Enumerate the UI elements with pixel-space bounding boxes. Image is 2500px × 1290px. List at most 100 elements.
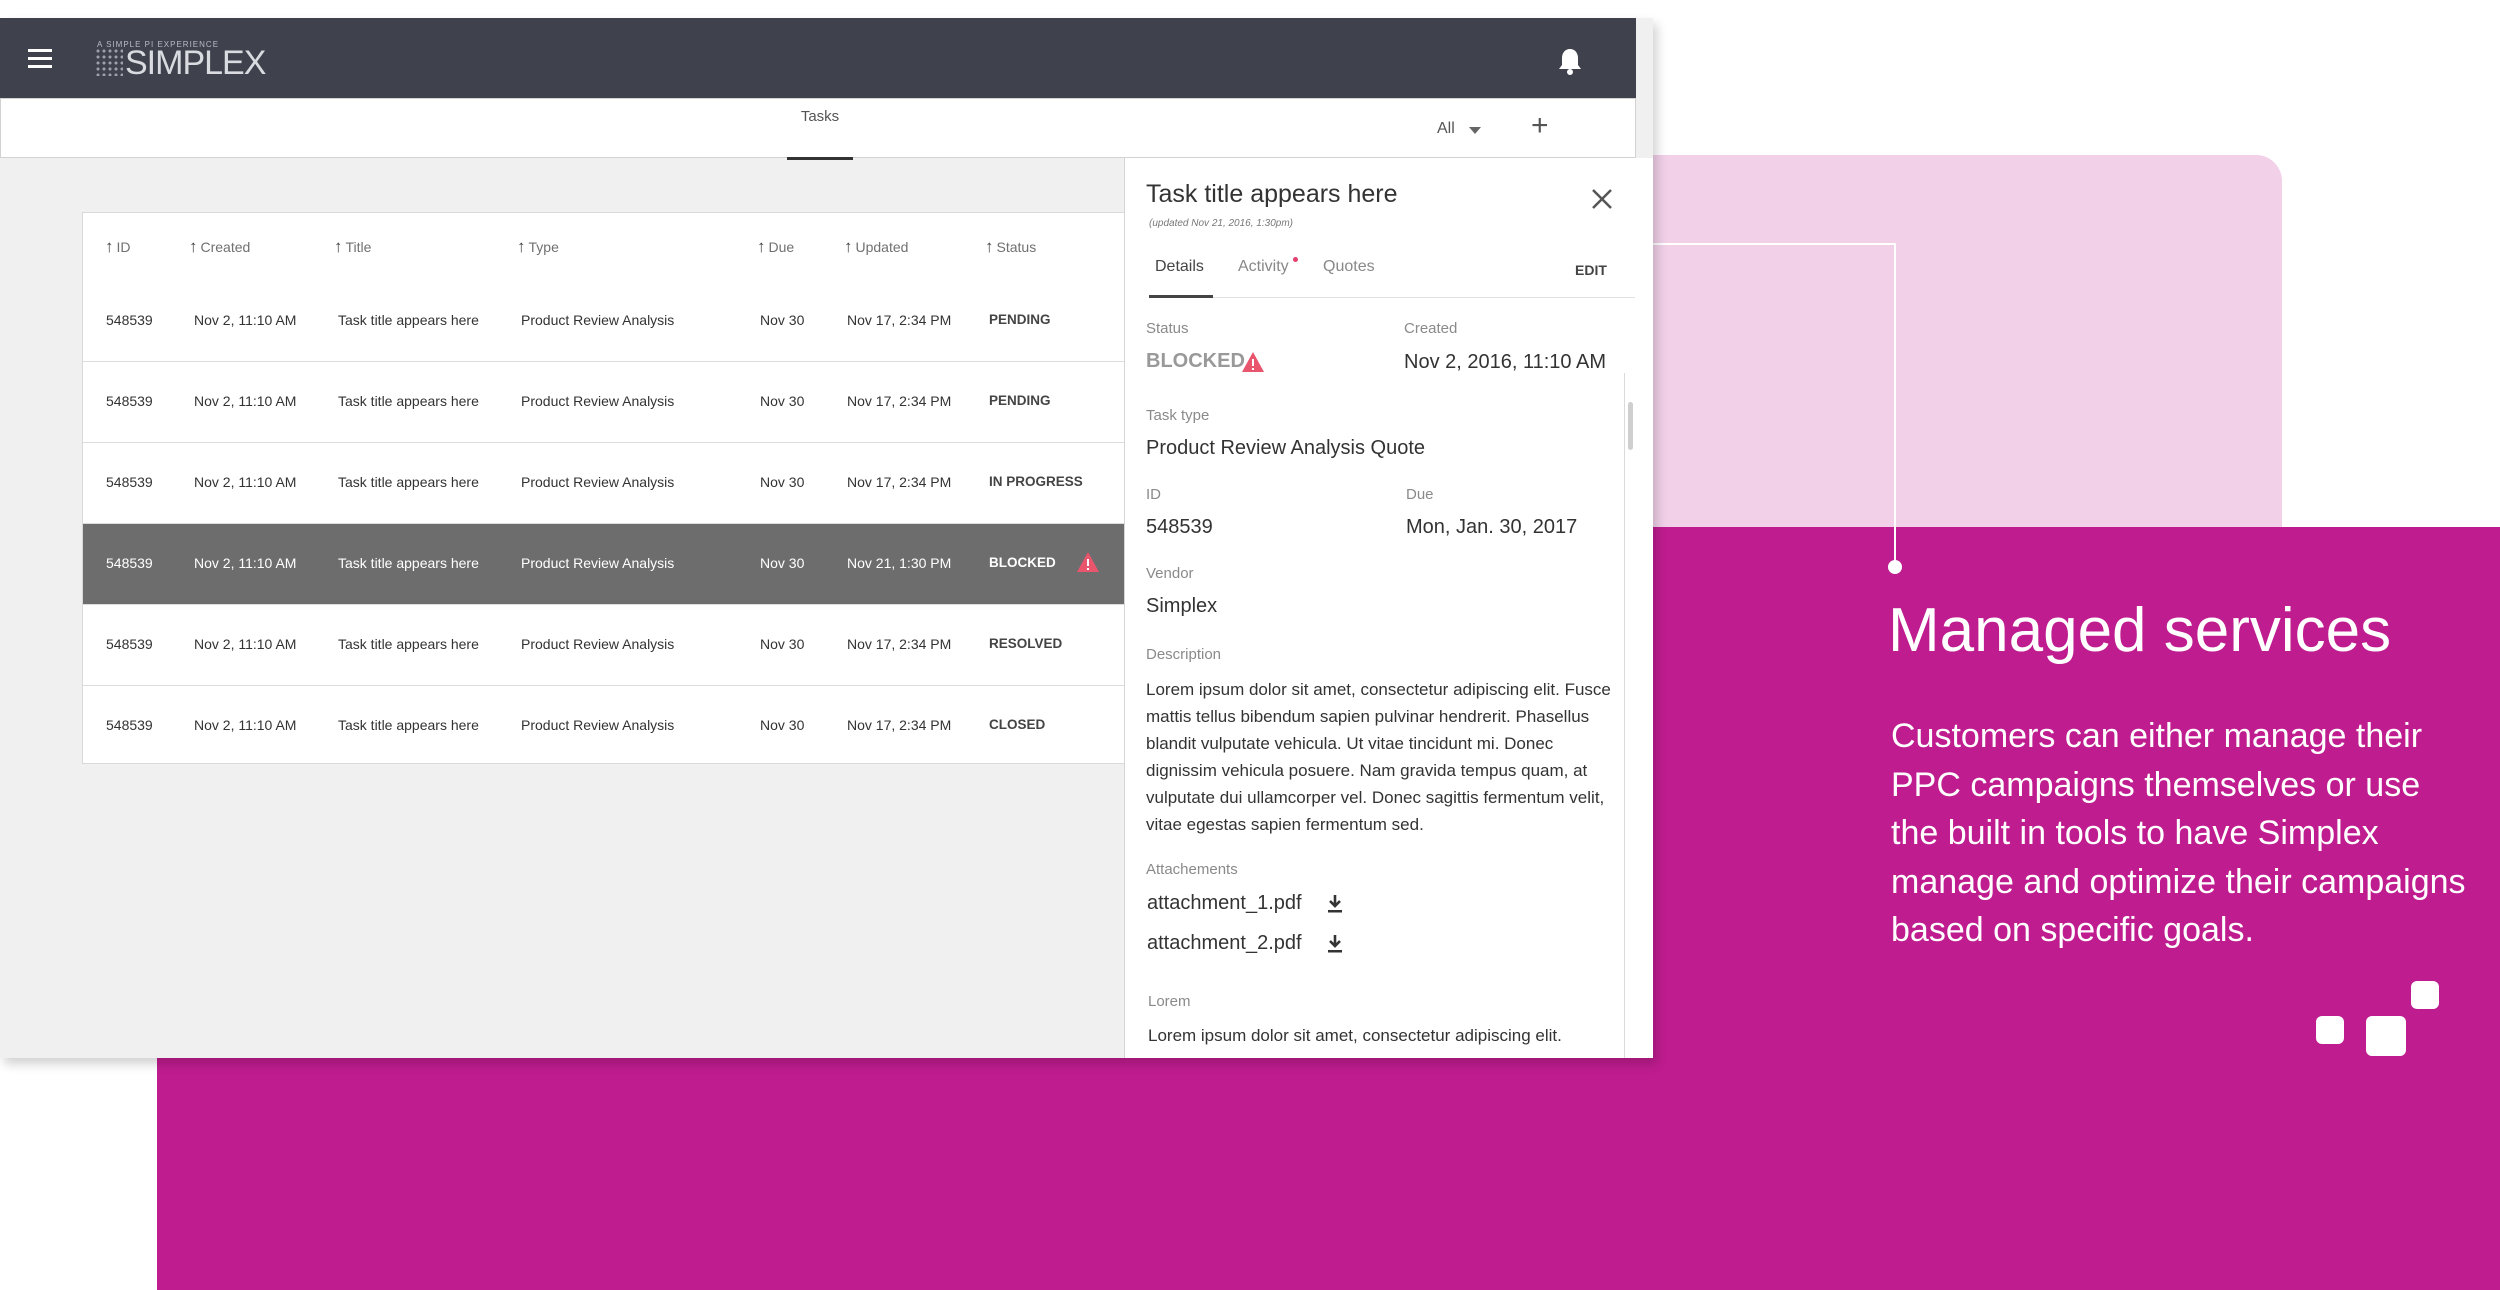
menu-icon[interactable] xyxy=(28,49,52,73)
column-header-label: Status xyxy=(996,239,1037,255)
cell-created: Nov 2, 11:10 AM xyxy=(194,474,297,490)
filter-dropdown[interactable]: All xyxy=(1437,120,1455,138)
add-task-button[interactable]: + xyxy=(1531,111,1549,141)
download-icon[interactable] xyxy=(1327,934,1343,954)
cell-title: Task title appears here xyxy=(338,474,479,490)
vendor-value: Simplex xyxy=(1146,595,1218,617)
column-header-label: Updated xyxy=(855,239,909,255)
sort-arrow-icon: ↑ xyxy=(105,237,114,256)
task-type-value: Product Review Analysis Quote xyxy=(1146,437,1426,459)
cell-due: Nov 30 xyxy=(760,312,805,328)
cell-updated: Nov 17, 2:34 PM xyxy=(847,393,952,409)
created-label: Created xyxy=(1404,320,1458,337)
table-row[interactable]: 548539 Nov 2, 11:10 AM Task title appear… xyxy=(83,281,1124,362)
active-tab-indicator xyxy=(1149,295,1213,298)
logo: SIMPLEX xyxy=(125,44,266,82)
decor-square-3 xyxy=(2411,981,2439,1009)
sort-arrow-icon: ↑ xyxy=(517,237,526,256)
sort-arrow-icon: ↑ xyxy=(334,237,343,256)
panel-updated: (updated Nov 21, 2016, 1:30pm) xyxy=(1149,218,1293,229)
cell-type: Product Review Analysis xyxy=(521,555,675,571)
table-header: ↑ ID ↑ Created ↑ Title ↑ Type ↑ Due ↑ Updated … xyxy=(83,213,1124,282)
decor-square-1 xyxy=(2316,1016,2344,1044)
cell-updated: Nov 17, 2:34 PM xyxy=(847,717,952,733)
status-label: Status xyxy=(1146,320,1189,337)
due-label: Due xyxy=(1406,486,1434,503)
column-header-label: Due xyxy=(768,239,795,255)
tab-tasks[interactable]: Tasks xyxy=(787,99,853,160)
attachment-link[interactable]: attachment_1.pdf xyxy=(1147,892,1302,915)
lorem-label: Lorem xyxy=(1148,993,1191,1010)
cell-type: Product Review Analysis xyxy=(521,312,675,328)
status-value: BLOCKED xyxy=(1146,350,1245,372)
background-card-light xyxy=(1560,155,2282,575)
cell-created: Nov 2, 11:10 AM xyxy=(194,312,297,328)
vendor-label: Vendor xyxy=(1146,565,1194,582)
cell-title: Task title appears here xyxy=(338,393,479,409)
column-header-status[interactable]: ↑ Status xyxy=(985,237,1036,257)
sort-arrow-icon: ↑ xyxy=(985,237,994,256)
cell-id: 548539 xyxy=(106,474,153,490)
column-header-due[interactable]: ↑ Due xyxy=(757,237,794,257)
download-icon[interactable] xyxy=(1327,894,1343,914)
cell-title: Task title appears here xyxy=(338,555,479,571)
tabs-divider xyxy=(1149,297,1635,298)
table-row-selected[interactable]: 548539 Nov 2, 11:10 AM Task title appear… xyxy=(83,524,1124,605)
cell-updated: Nov 21, 1:30 PM xyxy=(847,555,952,571)
cell-created: Nov 2, 11:10 AM xyxy=(194,393,297,409)
cell-status: CLOSED xyxy=(989,717,1046,732)
task-type-label: Task type xyxy=(1146,407,1210,424)
table-row[interactable]: 548539 Nov 2, 11:10 AM Task title appear… xyxy=(83,605,1124,686)
cell-status: PENDING xyxy=(989,393,1051,408)
id-value: 548539 xyxy=(1146,516,1213,538)
cell-id: 548539 xyxy=(106,555,153,571)
cell-status: BLOCKED xyxy=(989,555,1056,570)
tab-bar: Tasks All + xyxy=(0,98,1636,160)
scrollbar-thumb[interactable] xyxy=(1628,402,1633,450)
logo-mark xyxy=(95,48,123,76)
column-header-updated[interactable]: ↑ Updated xyxy=(844,237,908,257)
tab-activity[interactable]: Activity xyxy=(1238,258,1289,276)
cell-type: Product Review Analysis xyxy=(521,717,675,733)
cell-updated: Nov 17, 2:34 PM xyxy=(847,312,952,328)
column-header-label: ID xyxy=(116,239,131,255)
column-header-label: Title xyxy=(345,239,372,255)
table-row[interactable]: 548539 Nov 2, 11:10 AM Task title appear… xyxy=(83,443,1124,524)
warning-icon xyxy=(1242,352,1264,372)
decor-square-2 xyxy=(2366,1016,2406,1056)
sort-arrow-icon: ↑ xyxy=(757,237,766,256)
activity-notification-dot xyxy=(1293,257,1298,262)
cell-type: Product Review Analysis xyxy=(521,636,675,652)
column-header-created[interactable]: ↑ Created xyxy=(189,237,250,257)
due-value: Mon, Jan. 30, 2017 xyxy=(1406,516,1578,538)
column-header-id[interactable]: ↑ ID xyxy=(105,237,131,257)
cell-status: PENDING xyxy=(989,312,1051,327)
chevron-down-icon[interactable] xyxy=(1469,127,1481,134)
table-row[interactable]: 548539 Nov 2, 11:10 AM Task title appear… xyxy=(83,362,1124,443)
task-detail-panel: Task title appears here (updated Nov 21,… xyxy=(1124,158,1653,1058)
cell-updated: Nov 17, 2:34 PM xyxy=(847,636,952,652)
tab-quotes[interactable]: Quotes xyxy=(1323,258,1375,276)
tab-details[interactable]: Details xyxy=(1155,258,1204,276)
cell-updated: Nov 17, 2:34 PM xyxy=(847,474,952,490)
column-header-label: Created xyxy=(200,239,251,255)
cell-due: Nov 30 xyxy=(760,474,805,490)
attachment-link[interactable]: attachment_2.pdf xyxy=(1147,932,1302,955)
cell-status: RESOLVED xyxy=(989,636,1063,651)
tasks-table: ↑ ID ↑ Created ↑ Title ↑ Type ↑ Due ↑ Updated … xyxy=(82,212,1125,764)
cell-due: Nov 30 xyxy=(760,555,805,571)
cell-id: 548539 xyxy=(106,636,153,652)
created-value: Nov 2, 2016, 11:10 AM xyxy=(1404,351,1606,373)
cell-due: Nov 30 xyxy=(760,636,805,652)
close-icon[interactable] xyxy=(1591,188,1613,210)
column-header-title[interactable]: ↑ Title xyxy=(334,237,371,257)
table-row[interactable]: 548539 Nov 2, 11:10 AM Task title appear… xyxy=(83,686,1124,763)
edit-button[interactable]: EDIT xyxy=(1575,262,1607,278)
column-header-type[interactable]: ↑ Type xyxy=(517,237,559,257)
cell-status: IN PROGRESS xyxy=(989,474,1083,489)
description-text: Lorem ipsum dolor sit amet, consectetur … xyxy=(1146,680,1611,834)
scrollbar-track[interactable] xyxy=(1624,373,1635,1058)
cell-created: Nov 2, 11:10 AM xyxy=(194,636,297,652)
connector-dot xyxy=(1888,560,1902,574)
bell-icon[interactable] xyxy=(1557,46,1583,76)
